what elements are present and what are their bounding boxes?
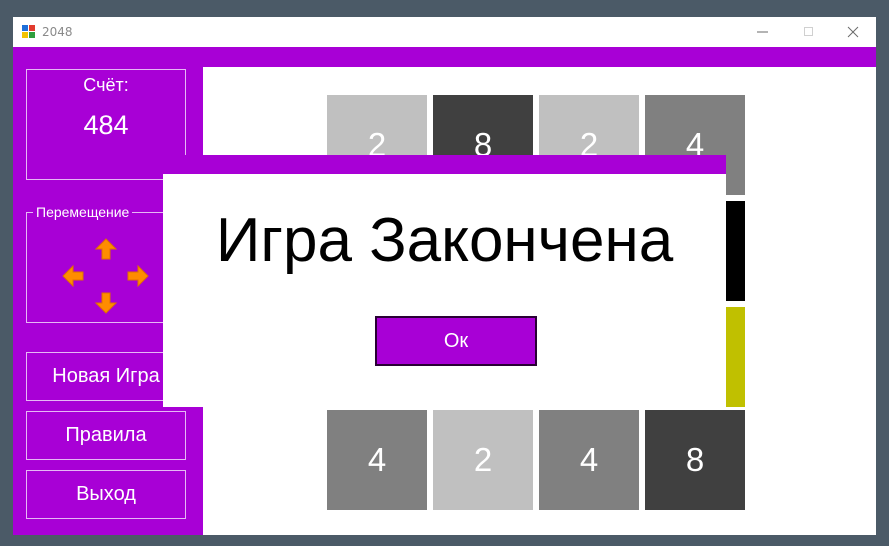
- app-window: 2048 Счёт: 484 Перемещение Новая Игра Пр…: [13, 17, 876, 535]
- move-legend: Перемещение: [33, 204, 133, 220]
- tile: 8: [645, 410, 745, 510]
- rules-button[interactable]: Правила: [26, 411, 186, 460]
- tile: 4: [539, 410, 639, 510]
- arrow-left-icon[interactable]: [62, 265, 84, 287]
- arrow-right-icon[interactable]: [127, 265, 149, 287]
- score-box: Счёт: 484: [26, 69, 186, 180]
- tile: 4: [327, 410, 427, 510]
- title-bar: 2048: [13, 17, 876, 47]
- arrow-up-icon[interactable]: [95, 238, 117, 260]
- move-group: Перемещение: [26, 204, 186, 323]
- window-title: 2048: [42, 25, 73, 39]
- dialog-header-strip: [163, 155, 726, 174]
- tile: 2: [433, 410, 533, 510]
- close-icon: [847, 26, 859, 38]
- accent-strip: [13, 47, 876, 67]
- game-over-message: Игра Закончена: [215, 206, 674, 275]
- maximize-button[interactable]: [786, 17, 832, 47]
- game-over-dialog: Игра Закончена Ок: [163, 155, 726, 407]
- minimize-button[interactable]: [740, 17, 786, 47]
- score-label: Счёт:: [83, 75, 129, 95]
- minimize-icon: [757, 31, 768, 33]
- new-game-button[interactable]: Новая Игра: [26, 352, 186, 401]
- score-value: 484: [83, 110, 129, 140]
- close-button[interactable]: [830, 17, 876, 47]
- exit-button[interactable]: Выход: [26, 470, 186, 519]
- maximize-icon: [804, 27, 813, 36]
- ok-button[interactable]: Ок: [375, 316, 537, 366]
- arrow-down-icon[interactable]: [95, 292, 117, 314]
- app-icon: [22, 25, 35, 38]
